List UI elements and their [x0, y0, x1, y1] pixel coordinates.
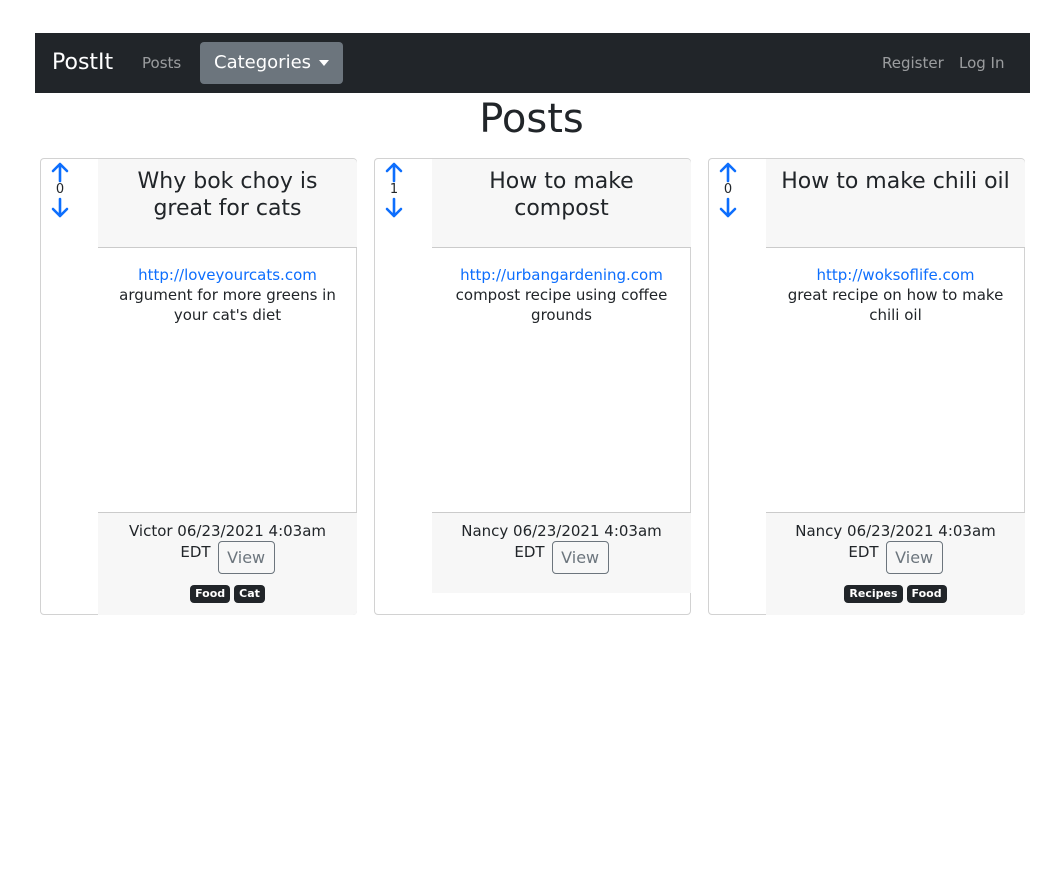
nav-register-link[interactable]: Register: [882, 53, 944, 73]
post-timezone: EDT: [514, 543, 545, 561]
post-author-date: Nancy 06/23/2021 4:03am: [795, 522, 996, 540]
card-body: http://loveyourcats.com argument for mor…: [98, 265, 357, 325]
categories-label: Categories: [214, 52, 312, 73]
vote-controls: 0: [715, 161, 741, 219]
tag-list: Food Cat: [110, 585, 345, 603]
arrow-down-icon[interactable]: [718, 197, 738, 219]
post-card: 0 Why bok choy is great for cats http://…: [40, 158, 357, 615]
post-title: How to make compost: [489, 169, 634, 221]
tag-badge[interactable]: Cat: [234, 585, 265, 603]
brand-logo[interactable]: PostIt: [52, 49, 113, 77]
card-footer: Victor 06/23/2021 4:03am EDT View Food C…: [98, 512, 357, 615]
post-title: Why bok choy is great for cats: [137, 169, 318, 221]
view-button[interactable]: View: [551, 541, 609, 574]
post-description: great recipe on how to make chili oil: [787, 286, 1004, 324]
categories-dropdown-button[interactable]: Categories: [200, 42, 343, 84]
post-author-date: Victor 06/23/2021 4:03am: [128, 522, 327, 540]
card-body: http://urbangardening.com compost recipe…: [432, 265, 691, 325]
arrow-up-icon[interactable]: [718, 161, 738, 183]
card-header: How to make chili oil: [766, 159, 1025, 248]
post-description: argument for more greens in your cat's d…: [119, 286, 336, 324]
vote-score: 0: [55, 182, 65, 197]
post-description: compost recipe using coffee grounds: [455, 286, 668, 324]
arrow-down-icon[interactable]: [384, 197, 404, 219]
page-title: Posts: [479, 96, 584, 142]
card-header: How to make compost: [432, 159, 691, 248]
arrow-down-icon[interactable]: [50, 197, 70, 219]
view-button[interactable]: View: [217, 541, 275, 574]
tag-list: Recipes Food: [778, 585, 1013, 603]
card-body: http://woksoflife.com great recipe on ho…: [766, 265, 1025, 325]
vote-controls: 0: [47, 161, 73, 219]
vote-controls: 1: [381, 161, 407, 219]
caret-down-icon: [319, 60, 329, 66]
post-card: 1 How to make compost http://urbangarden…: [374, 158, 691, 615]
arrow-up-icon[interactable]: [50, 161, 70, 183]
tag-badge[interactable]: Recipes: [844, 585, 903, 603]
card-header: Why bok choy is great for cats: [98, 159, 357, 248]
tag-badge[interactable]: Food: [190, 585, 231, 603]
vote-score: 1: [389, 182, 399, 197]
post-title: How to make chili oil: [781, 169, 1010, 194]
navbar: PostIt Posts Categories Register Log In: [35, 33, 1030, 93]
tag-badge[interactable]: Food: [906, 585, 947, 603]
post-url-link[interactable]: http://woksoflife.com: [766, 265, 1025, 285]
post-author-date: Nancy 06/23/2021 4:03am: [461, 522, 662, 540]
vote-score: 0: [723, 182, 733, 197]
nav-posts-link[interactable]: Posts: [142, 53, 181, 73]
view-button[interactable]: View: [885, 541, 943, 574]
arrow-up-icon[interactable]: [384, 161, 404, 183]
post-url-link[interactable]: http://urbangardening.com: [432, 265, 691, 285]
card-footer: Nancy 06/23/2021 4:03am EDT View: [432, 512, 691, 593]
post-url-link[interactable]: http://loveyourcats.com: [98, 265, 357, 285]
nav-login-link[interactable]: Log In: [959, 53, 1005, 73]
post-timezone: EDT: [180, 543, 211, 561]
post-card: 0 How to make chili oil http://woksoflif…: [708, 158, 1025, 615]
card-footer: Nancy 06/23/2021 4:03am EDT View Recipes…: [766, 512, 1025, 615]
post-timezone: EDT: [848, 543, 879, 561]
